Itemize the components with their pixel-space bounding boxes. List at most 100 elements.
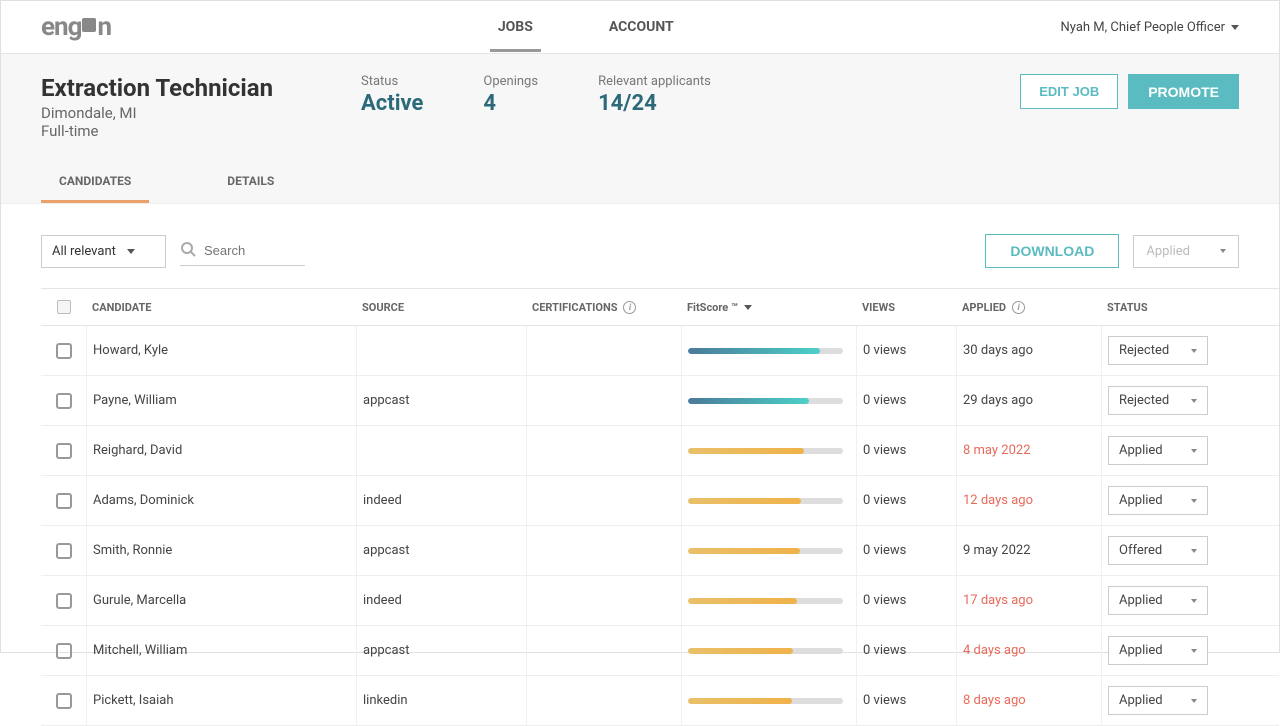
th-checkbox [41,300,86,314]
table-row[interactable]: Payne, William appcast 0 views 29 days a… [41,376,1279,426]
row-checkbox[interactable] [56,443,72,459]
td-source: appcast [356,376,526,425]
row-checkbox[interactable] [56,343,72,359]
td-applied: 8 days ago [956,676,1101,725]
th-source[interactable]: SOURCE [356,300,526,314]
promote-button[interactable]: PROMOTE [1128,74,1239,109]
subtabs: CANDIDATES DETAILS [41,164,1239,203]
td-cert [526,526,681,575]
info-icon[interactable]: i [623,301,636,314]
td-fitscore [681,426,856,475]
row-checkbox[interactable] [56,643,72,659]
chevron-down-icon [1191,499,1197,503]
user-name: Nyah M, Chief People Officer [1061,20,1226,35]
td-applied: 17 days ago [956,576,1101,625]
th-candidate[interactable]: CANDIDATE [86,300,356,314]
td-applied: 30 days ago [956,326,1101,375]
td-views: 0 views [856,426,956,475]
nav-jobs[interactable]: JOBS [490,2,541,52]
candidates-table: CANDIDATE SOURCE CERTIFICATIONS i FitSco… [41,288,1279,726]
status-select[interactable]: Applied [1108,686,1208,715]
status-select[interactable]: Offered [1108,536,1208,565]
td-candidate[interactable]: Howard, Kyle [86,326,356,375]
logo[interactable]: engn [41,12,111,42]
subheader-top: Extraction Technician Dimondale, MI Full… [41,74,1239,140]
td-views: 0 views [856,576,956,625]
td-views: 0 views [856,376,956,425]
status-select[interactable]: Applied [1108,436,1208,465]
download-button[interactable]: DOWNLOAD [985,234,1119,268]
row-checkbox[interactable] [56,493,72,509]
td-status: Applied [1101,576,1261,625]
edit-job-button[interactable]: EDIT JOB [1020,74,1118,109]
td-applied: 9 may 2022 [956,526,1101,575]
td-source: appcast [356,626,526,675]
td-candidate[interactable]: Mitchell, William [86,626,356,675]
row-checkbox[interactable] [56,693,72,709]
table-row[interactable]: Howard, Kyle 0 views 30 days ago Rejecte… [41,326,1279,376]
th-applied[interactable]: APPLIED i [956,300,1101,314]
td-cert [526,326,681,375]
row-checkbox[interactable] [56,543,72,559]
td-candidate[interactable]: Adams, Dominick [86,476,356,525]
tab-candidates[interactable]: CANDIDATES [41,164,149,203]
stat-openings-value: 4 [483,91,538,116]
status-select[interactable]: Applied [1108,636,1208,665]
table-row[interactable]: Reighard, David 0 views 8 may 2022 Appli… [41,426,1279,476]
fitscore-bar [688,698,843,704]
table-body: Howard, Kyle 0 views 30 days ago Rejecte… [41,326,1279,726]
status-select[interactable]: Rejected [1108,386,1208,415]
td-candidate[interactable]: Gurule, Marcella [86,576,356,625]
status-value: Applied [1119,643,1163,658]
table-row[interactable]: Mitchell, William appcast 0 views 4 days… [41,626,1279,676]
status-select[interactable]: Rejected [1108,336,1208,365]
th-certifications[interactable]: CERTIFICATIONS i [526,300,681,314]
td-candidate[interactable]: Pickett, Isaiah [86,676,356,725]
chevron-down-icon [1191,449,1197,453]
table-row[interactable]: Pickett, Isaiah linkedin 0 views 8 days … [41,676,1279,726]
logo-text-after: n [97,12,111,42]
filter-select[interactable]: All relevant [41,235,166,268]
search-input[interactable] [204,243,294,258]
table-row[interactable]: Adams, Dominick indeed 0 views 12 days a… [41,476,1279,526]
status-value: Offered [1119,543,1162,558]
fitscore-fill [688,598,797,604]
table-row[interactable]: Smith, Ronnie appcast 0 views 9 may 2022… [41,526,1279,576]
td-status: Rejected [1101,376,1261,425]
fitscore-bar [688,348,843,354]
info-icon[interactable]: i [1012,301,1025,314]
stat-status-value: Active [361,91,423,116]
fitscore-fill [688,448,804,454]
bulk-action-select[interactable]: Applied [1133,235,1239,268]
status-select[interactable]: Applied [1108,486,1208,515]
top-header: engn JOBS ACCOUNT Nyah M, Chief People O… [1,1,1279,54]
th-fitscore[interactable]: FitScore ™ [681,300,856,314]
fitscore-bar [688,448,843,454]
nav-account[interactable]: ACCOUNT [601,2,682,52]
td-source: linkedin [356,676,526,725]
user-menu[interactable]: Nyah M, Chief People Officer [1061,20,1240,35]
select-all-checkbox[interactable] [57,300,71,314]
status-select[interactable]: Applied [1108,586,1208,615]
table-row[interactable]: Gurule, Marcella indeed 0 views 17 days … [41,576,1279,626]
td-candidate[interactable]: Payne, William [86,376,356,425]
td-candidate[interactable]: Reighard, David [86,426,356,475]
row-checkbox[interactable] [56,593,72,609]
status-value: Applied [1119,493,1163,508]
stat-status-label: Status [361,74,423,89]
td-cert [526,626,681,675]
tab-details[interactable]: DETAILS [209,164,292,203]
row-checkbox[interactable] [56,393,72,409]
td-status: Applied [1101,426,1261,475]
fitscore-fill [688,548,800,554]
th-views[interactable]: VIEWS [856,300,956,314]
th-status[interactable]: STATUS [1101,300,1261,314]
fitscore-fill [688,348,820,354]
td-candidate[interactable]: Smith, Ronnie [86,526,356,575]
chevron-down-icon [1191,549,1197,553]
status-value: Applied [1119,693,1163,708]
bulk-action-value: Applied [1146,244,1190,259]
td-status: Applied [1101,626,1261,675]
td-source [356,426,526,475]
td-applied: 4 days ago [956,626,1101,675]
